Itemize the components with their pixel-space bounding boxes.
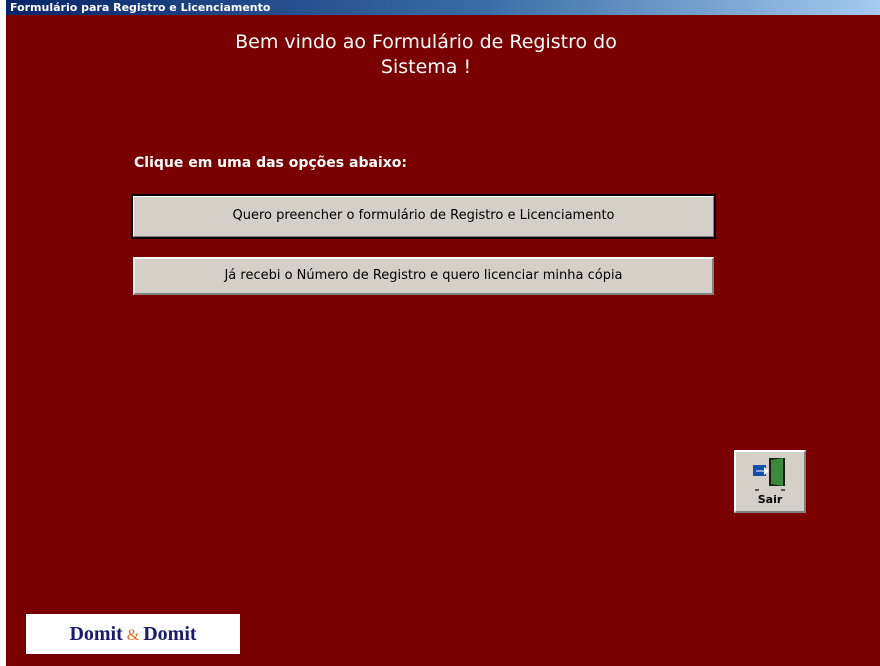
logo-left: Domit: [69, 623, 123, 645]
logo-amp: &: [126, 627, 140, 644]
instruction-label: Clique em uma das opções abaixo:: [134, 155, 407, 171]
domit-logo: Domit & Domit: [26, 614, 240, 654]
exit-door-icon: [753, 458, 785, 491]
welcome-heading: Bem vindo ao Formulário de Registro do S…: [235, 31, 617, 78]
fill-registration-form-label: Quero preencher o formulário de Registro…: [232, 208, 615, 223]
registration-window: Formulário para Registro e Licenciamento…: [6, 0, 880, 666]
window-title: Formulário para Registro e Licenciamento: [10, 1, 271, 14]
logo-right: Domit: [143, 623, 197, 645]
license-copy-button[interactable]: Já recebi o Número de Registro e quero l…: [133, 257, 714, 295]
fill-registration-form-button[interactable]: Quero preencher o formulário de Registro…: [131, 194, 716, 239]
exit-button[interactable]: Sair: [734, 450, 806, 513]
license-copy-label: Já recebi o Número de Registro e quero l…: [224, 268, 623, 283]
window-title-bar[interactable]: Formulário para Registro e Licenciamento: [6, 0, 880, 15]
exit-label: Sair: [757, 493, 783, 506]
